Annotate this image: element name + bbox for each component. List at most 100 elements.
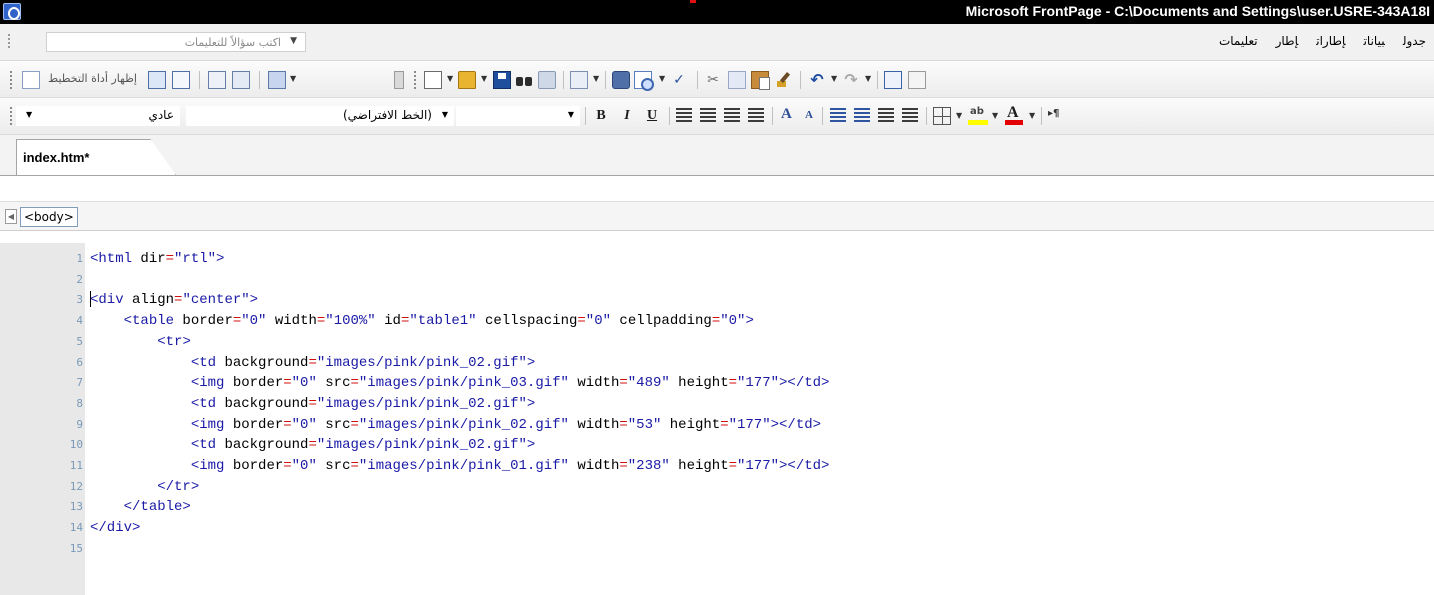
- menu-frames[interactable]: إطارات: [1316, 34, 1345, 48]
- highlight-button[interactable]: ab: [967, 106, 989, 126]
- code-line[interactable]: <img border="0" src="images/pink/pink_01…: [90, 457, 830, 475]
- undo-icon[interactable]: ↶: [808, 71, 826, 89]
- insert-table-icon[interactable]: [908, 71, 926, 89]
- menu-grip[interactable]: [8, 34, 11, 48]
- code-line[interactable]: <img border="0" src="images/pink/pink_02…: [90, 416, 821, 434]
- quick-tag-selector: ◀ <body>: [0, 201, 1434, 231]
- italic-button[interactable]: I: [619, 106, 635, 126]
- justify-icon[interactable]: [748, 108, 764, 123]
- tab-index-htm[interactable]: index.htm*: [16, 139, 176, 175]
- code-line[interactable]: <table border="0" width="100%" id="table…: [90, 312, 754, 330]
- layout-tool-icon[interactable]: [22, 71, 40, 89]
- toolbar-options-icon[interactable]: [394, 71, 404, 89]
- numbered-list-icon[interactable]: [830, 108, 846, 123]
- code-line[interactable]: </div>: [90, 519, 140, 537]
- edit-picture-icon[interactable]: [208, 71, 226, 89]
- code-line[interactable]: <img border="0" src="images/pink/pink_03…: [90, 374, 830, 392]
- publish-icon[interactable]: [538, 71, 556, 89]
- bulleted-list-icon[interactable]: [854, 108, 870, 123]
- decrease-indent-icon[interactable]: [878, 108, 894, 123]
- menu-frame[interactable]: إطار: [1276, 34, 1299, 48]
- web-component-icon[interactable]: [570, 71, 588, 89]
- redo-icon[interactable]: ↷: [842, 71, 860, 89]
- line-number: 13: [69, 500, 83, 514]
- menu-help[interactable]: تعليمات: [1219, 34, 1258, 48]
- open-folder-icon[interactable]: [458, 71, 476, 89]
- undo-dropdown-icon[interactable]: ▼: [831, 74, 837, 83]
- help-dropdown-arrow-icon[interactable]: ▼: [290, 36, 297, 46]
- line-number: 10: [69, 438, 83, 452]
- copy-icon[interactable]: [728, 71, 746, 89]
- borders-dropdown-icon[interactable]: ▼: [956, 111, 962, 120]
- align-right-icon[interactable]: [724, 108, 740, 123]
- tag-scroll-left-icon[interactable]: ◀: [5, 209, 17, 224]
- line-number: 1: [76, 252, 83, 265]
- code-editor[interactable]: 1 2 3 4 5 6 7 8 9 10 11 12 13 14 15 <html dir="rtl"> <d…: [0, 243, 1434, 595]
- highlight-dropdown-icon[interactable]: ▼: [992, 111, 998, 120]
- code-line[interactable]: </tr>: [90, 478, 199, 496]
- align-center-icon[interactable]: [700, 108, 716, 123]
- code-line[interactable]: <tr>: [90, 333, 191, 351]
- toolbar-grip[interactable]: [10, 71, 14, 89]
- preview-dropdown-icon[interactable]: ▼: [659, 74, 665, 83]
- help-search-box[interactable]: ▼ اكتب سؤالاً للتعليمات: [46, 32, 306, 52]
- layers-dropdown-icon[interactable]: ▼: [290, 74, 296, 83]
- layout-cell-icon[interactable]: [148, 71, 166, 89]
- new-page-icon[interactable]: [424, 71, 442, 89]
- style-value: عادي: [148, 108, 174, 122]
- code-line[interactable]: </table>: [90, 498, 191, 516]
- grow-font-button[interactable]: A: [781, 106, 792, 123]
- code-line[interactable]: <td background="images/pink/pink_02.gif"…: [90, 436, 536, 454]
- line-number: 2: [76, 272, 83, 286]
- align-left-icon[interactable]: [676, 108, 692, 123]
- font-size-select[interactable]: ▼: [456, 106, 580, 126]
- paste-icon[interactable]: [751, 71, 770, 90]
- layers-icon[interactable]: [268, 71, 286, 89]
- format-painter-icon[interactable]: [775, 71, 793, 89]
- font-select[interactable]: ▼ (الخط الافتراضي): [186, 106, 454, 126]
- print-icon[interactable]: [612, 71, 630, 89]
- menu-table[interactable]: جدول: [1403, 34, 1426, 48]
- code-line[interactable]: <td background="images/pink/pink_02.gif"…: [90, 395, 536, 413]
- style-dropdown-arrow-icon[interactable]: ▼: [26, 110, 32, 119]
- layout-table-icon[interactable]: [172, 71, 190, 89]
- underline-button[interactable]: U: [644, 106, 660, 126]
- increase-indent-icon[interactable]: [902, 108, 918, 123]
- font-dropdown-arrow-icon[interactable]: ▼: [442, 110, 448, 119]
- cut-icon[interactable]: ✂: [704, 71, 722, 89]
- new-dropdown-icon[interactable]: ▼: [447, 74, 453, 83]
- separator: [605, 71, 606, 89]
- menu-items: جدول بيانات إطارات إطار تعليمات: [1201, 34, 1426, 48]
- code-line[interactable]: <div align="center">: [90, 291, 258, 309]
- shrink-font-button[interactable]: A: [805, 109, 813, 121]
- code-line[interactable]: <html dir="rtl">: [90, 250, 224, 268]
- font-size-dropdown-arrow-icon[interactable]: ▼: [568, 110, 574, 119]
- open-dropdown-icon[interactable]: ▼: [481, 74, 487, 83]
- line-number: 9: [76, 417, 83, 431]
- line-number: 3: [76, 293, 83, 307]
- picture-properties-icon[interactable]: [232, 71, 250, 89]
- code-line[interactable]: <td background="images/pink/pink_02.gif"…: [90, 354, 536, 372]
- frontpage-app-icon[interactable]: [3, 3, 21, 20]
- borders-icon[interactable]: [933, 107, 951, 125]
- preview-in-browser-icon[interactable]: [634, 71, 654, 91]
- find-binoculars-icon[interactable]: [516, 71, 534, 89]
- redo-dropdown-icon[interactable]: ▼: [865, 74, 871, 83]
- web-component-dropdown-icon[interactable]: ▼: [593, 74, 599, 83]
- font-color-dropdown-icon[interactable]: ▼: [1029, 111, 1035, 120]
- show-drawing-tool-label[interactable]: إظهار أداة التخطيط: [48, 72, 137, 85]
- font-color-button[interactable]: A: [1004, 104, 1024, 126]
- menu-data[interactable]: بيانات: [1364, 34, 1385, 48]
- save-icon[interactable]: [493, 71, 511, 89]
- bold-button[interactable]: B: [593, 106, 609, 126]
- rtl-paragraph-button[interactable]: ▸¶: [1048, 108, 1059, 119]
- document-tab-strip: index.htm*: [0, 135, 1434, 176]
- separator: [800, 71, 801, 89]
- toolbar-grip[interactable]: [10, 107, 14, 125]
- style-select[interactable]: عادي ▼: [16, 106, 180, 126]
- body-tag-button[interactable]: <body>: [20, 207, 78, 227]
- insert-picture-icon[interactable]: [884, 71, 902, 89]
- line-number: 14: [69, 521, 83, 535]
- toolbar-grip[interactable]: [414, 71, 418, 89]
- spelling-icon[interactable]: ✓: [670, 71, 688, 89]
